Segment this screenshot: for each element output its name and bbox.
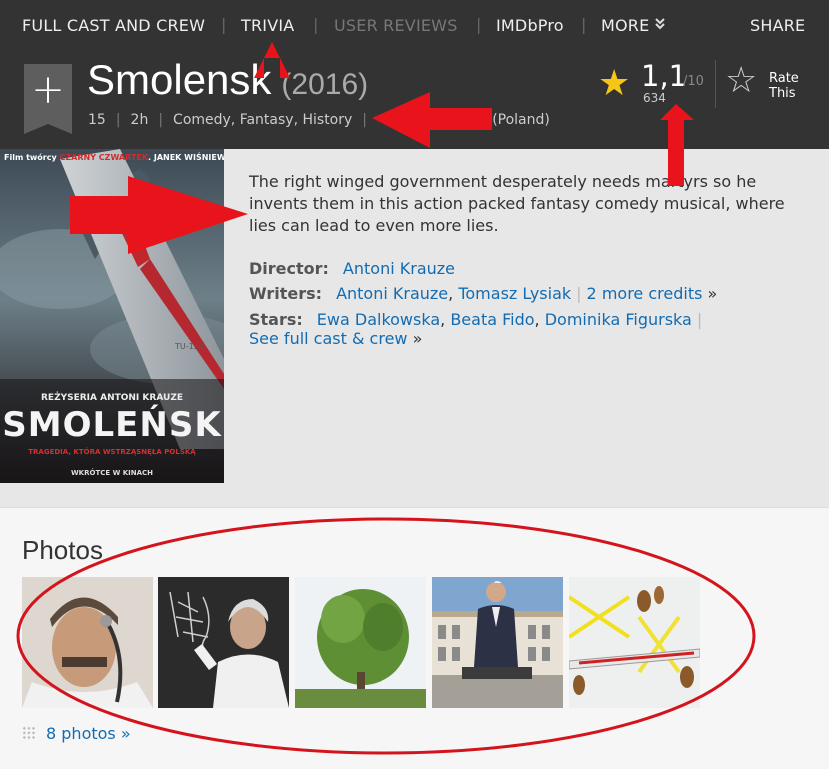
more-credits-link[interactable]: 2 more credits: [587, 284, 703, 303]
rating-value: 1,1: [641, 59, 688, 93]
poster-tagline: TRAGEDIA, KTÓRA WSTRZĄSNĘŁA POLSKĄ: [28, 448, 196, 456]
star-icon: ★: [598, 63, 631, 104]
page-title: Smolensk (2016): [87, 56, 368, 104]
nav-separator: |: [221, 15, 227, 34]
title-bar: + Smolensk (2016) 15 | 2h | Comedy, Fantasy, …: [0, 50, 829, 149]
director-link[interactable]: Antoni Krauze: [343, 259, 455, 278]
share-button[interactable]: SHARE: [750, 16, 805, 35]
full-cast-row: See full cast & crew »: [249, 329, 423, 348]
star-link[interactable]: Ewa Dalkowska: [317, 310, 440, 329]
stars-credit: Stars: Ewa Dalkowska, Beata Fido, Dominik…: [249, 310, 703, 329]
release-date[interactable]: 016 (Poland): [461, 112, 550, 128]
photos-heading: Photos: [22, 535, 103, 565]
top-nav: FULL CAST AND CREW | TRIVIA | USER REVIE…: [0, 0, 829, 50]
runtime: 2h: [130, 112, 149, 128]
full-cast-link[interactable]: See full cast & crew: [249, 329, 408, 348]
nav-separator: |: [581, 15, 587, 34]
photo-thumbnail[interactable]: [158, 577, 289, 708]
rate-label-line1: Rate: [769, 71, 799, 86]
grid-icon: [22, 726, 36, 740]
writer-link[interactable]: Antoni Krauze: [336, 284, 448, 303]
rate-this-button[interactable]: Rate This: [769, 71, 819, 101]
poster-credit: Film twórcy CZARNY CZWARTEK. JANEK WIŚNI…: [4, 153, 224, 162]
nav-separator: |: [476, 15, 482, 34]
nav-trivia[interactable]: TRIVIA: [241, 16, 294, 35]
star-link[interactable]: Beata Fido: [450, 310, 534, 329]
svg-text:TU-154: TU-154: [174, 342, 204, 351]
photo-thumbnail[interactable]: [569, 577, 700, 708]
all-photos-link[interactable]: 8 photos: [46, 724, 116, 743]
certificate: 15: [88, 112, 106, 128]
plot-summary: The right winged government desperately …: [249, 172, 785, 235]
photos-section: Photos 8 photos »: [0, 507, 829, 769]
double-chevron-down-icon: [655, 18, 666, 33]
poster-image[interactable]: TU-154 Film twórcy CZARNY CZWARTEK. JANE…: [0, 149, 224, 483]
writer-link[interactable]: Tomasz Lysiak: [458, 284, 571, 303]
director-credit: Director: Antoni Krauze: [249, 259, 455, 278]
rating-count[interactable]: 634: [643, 91, 666, 105]
nav-imdbpro[interactable]: IMDbPro: [496, 16, 564, 35]
rate-label-line2: This: [769, 86, 796, 101]
star-link[interactable]: Dominika Figurska: [545, 310, 692, 329]
movie-year[interactable]: (2016): [281, 68, 368, 101]
nav-user-reviews[interactable]: USER REVIEWS: [334, 16, 458, 35]
writers-label: Writers:: [249, 284, 323, 303]
nav-full-cast[interactable]: FULL CAST AND CREW: [22, 16, 205, 35]
writers-credit: Writers: Antoni Krauze, Tomasz Lysiak | 2 m…: [249, 284, 718, 303]
stars-label: Stars:: [249, 310, 303, 329]
plus-icon: +: [31, 67, 65, 113]
nav-more[interactable]: MORE: [601, 16, 666, 35]
title-subtext: 15 | 2h | Comedy, Fantasy, History | 016 (Pola…: [88, 112, 550, 128]
genres[interactable]: Comedy, Fantasy, History: [173, 112, 352, 128]
nav-more-label: MORE: [601, 16, 650, 35]
poster-release: WKRÓTCE W KINACH: [70, 469, 154, 477]
photo-thumbnail[interactable]: [22, 577, 153, 708]
movie-title: Smolensk: [87, 56, 272, 103]
director-label: Director:: [249, 259, 329, 278]
photos-link-row: 8 photos »: [22, 724, 131, 743]
overview-section: TU-154 Film twórcy CZARNY CZWARTEK. JANE…: [0, 149, 829, 507]
photo-thumbnail[interactable]: [295, 577, 426, 708]
rating-max: /10: [683, 74, 704, 89]
divider: [715, 60, 716, 108]
photo-thumbnail[interactable]: [432, 577, 563, 708]
nav-separator: |: [313, 15, 319, 34]
add-to-watchlist-button[interactable]: +: [24, 64, 72, 134]
poster-title: SMOLEŃSK: [2, 405, 222, 445]
poster-director: REŻYSERIA ANTONI KRAUZE: [40, 393, 183, 403]
rate-star-icon[interactable]: ☆: [725, 63, 757, 99]
